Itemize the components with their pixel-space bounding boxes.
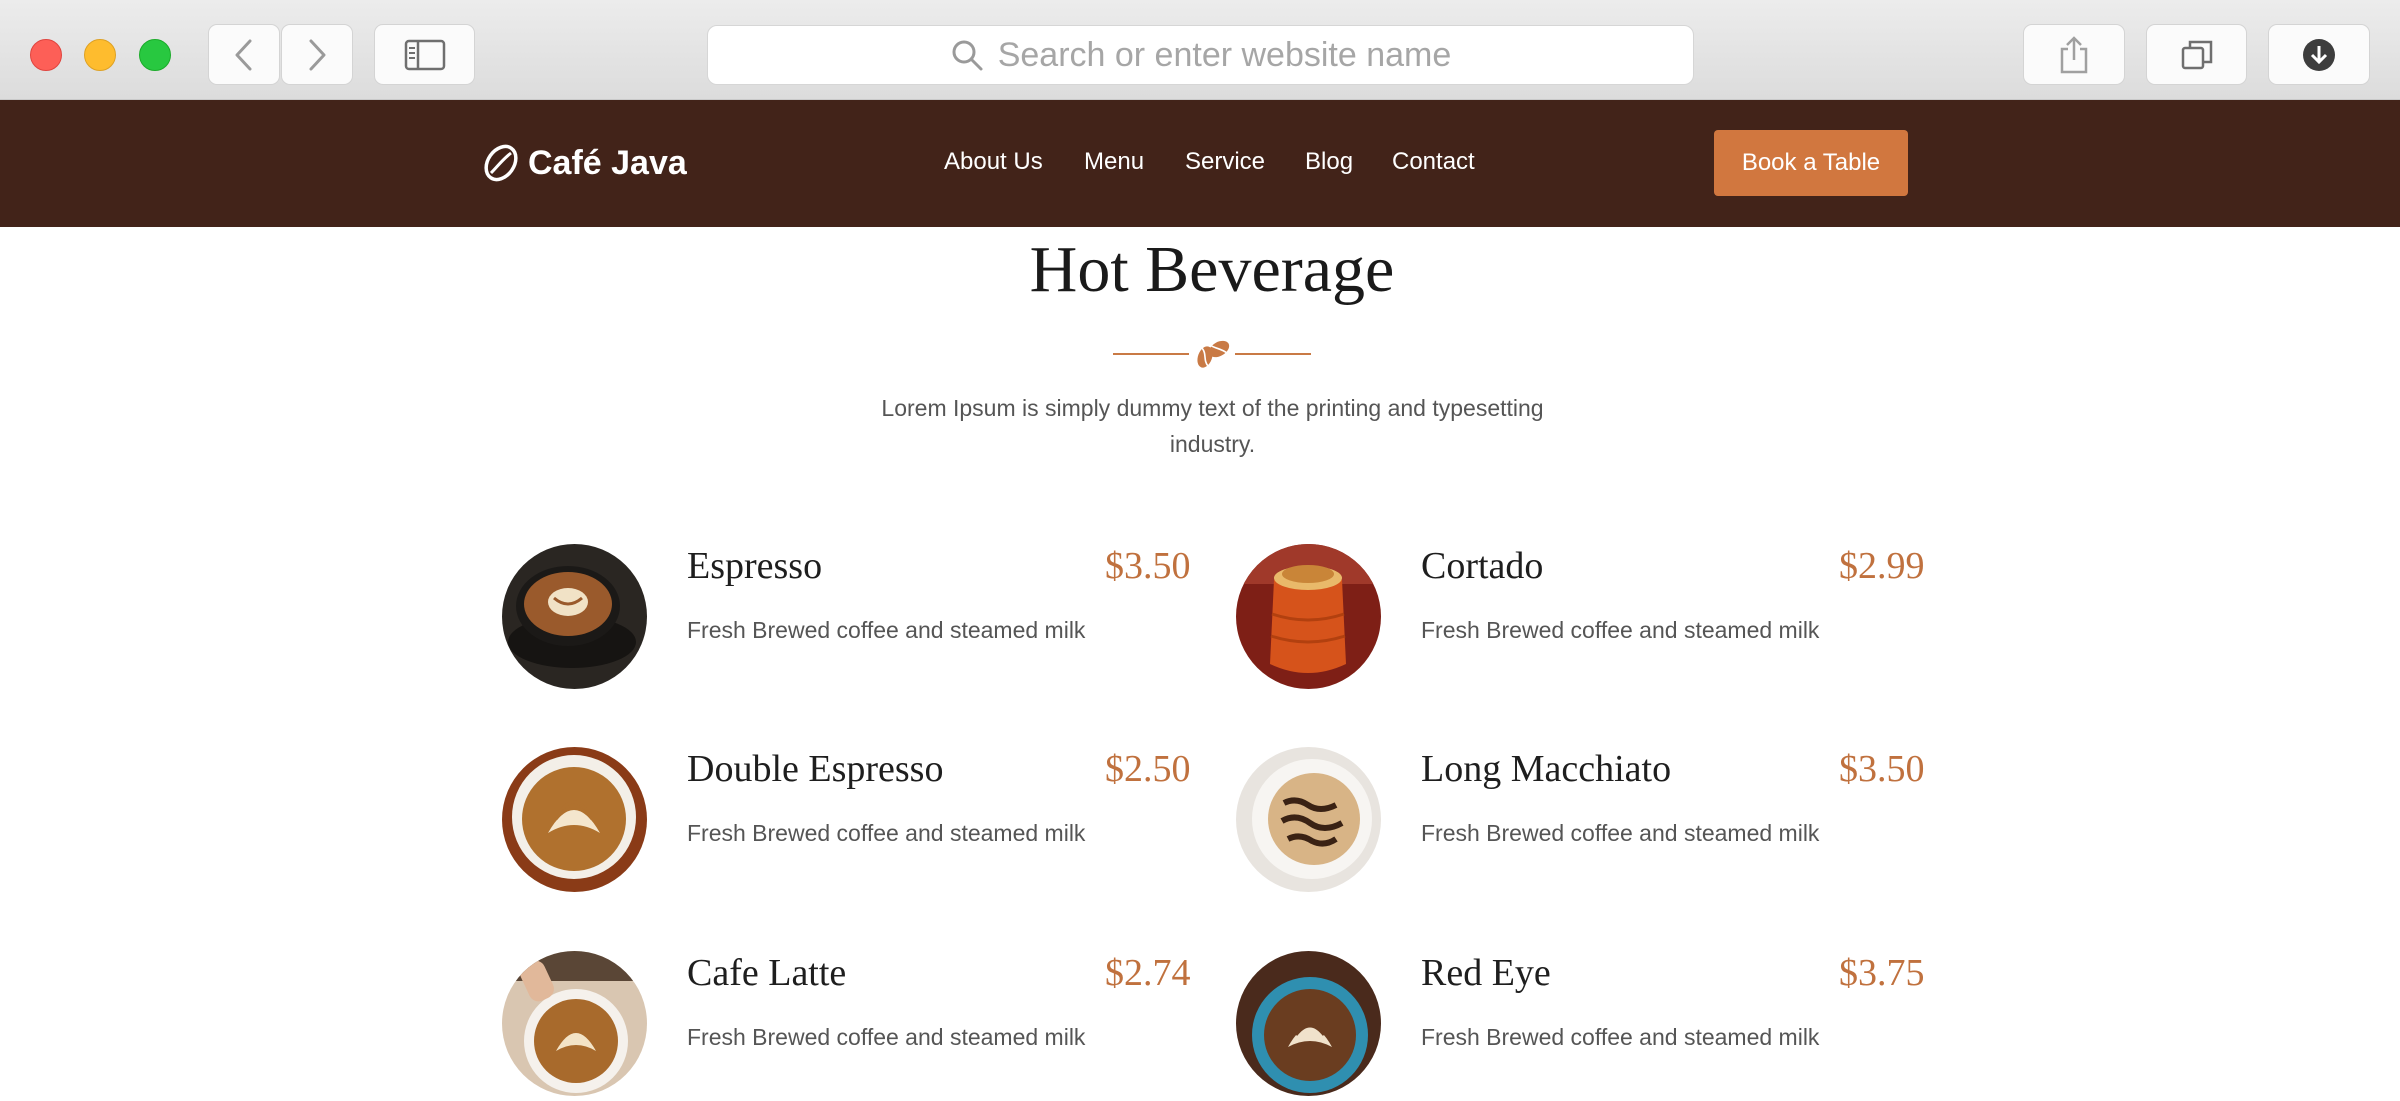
item-description: Fresh Brewed coffee and steamed milk: [1421, 617, 1820, 643]
address-placeholder: Search or enter website name: [997, 35, 1452, 74]
section-intro: Lorem Ipsum is simply dummy text of the …: [881, 395, 1544, 457]
menu-item[interactable]: Red Eye $3.75 Fresh Brewed coffee and st…: [1236, 951, 1936, 1101]
long-macchiato-photo: [1236, 747, 1381, 892]
item-price: $3.50: [1839, 748, 1925, 790]
item-price: $2.74: [1105, 952, 1191, 994]
minimize-window-button[interactable]: [84, 39, 116, 71]
coffee-bean-icon: [480, 142, 522, 184]
downloads-button[interactable]: [2268, 24, 2370, 85]
tabs-overview-button[interactable]: [2146, 24, 2247, 85]
item-name: Double Espresso: [687, 748, 944, 790]
espresso-photo: [502, 544, 647, 689]
back-arrow-icon: [232, 37, 256, 73]
menu-item[interactable]: Cafe Latte $2.74 Fresh Brewed coffee and…: [502, 951, 1202, 1101]
menu-item[interactable]: Cortado $2.99 Fresh Brewed coffee and st…: [1236, 544, 1936, 694]
double-espresso-photo: [502, 747, 647, 892]
item-price: $2.99: [1839, 545, 1925, 587]
coffee-beans-icon: [1193, 336, 1231, 376]
sidebar-toggle-button[interactable]: [374, 24, 475, 85]
item-name: Long Macchiato: [1421, 748, 1672, 790]
section-title: Hot Beverage: [1029, 233, 1395, 306]
nav-menu[interactable]: Menu: [1084, 148, 1144, 176]
forward-arrow-icon: [305, 37, 329, 73]
item-description: Fresh Brewed coffee and steamed milk: [1421, 1024, 1820, 1050]
cafe-latte-photo: [502, 951, 647, 1096]
red-eye-photo: [1236, 951, 1381, 1096]
menu-item[interactable]: Espresso $3.50 Fresh Brewed coffee and s…: [502, 544, 1202, 694]
tabs-icon: [2180, 38, 2214, 72]
item-description: Fresh Brewed coffee and steamed milk: [1421, 820, 1820, 846]
share-icon: [2058, 35, 2090, 75]
item-name: Cortado: [1421, 545, 1544, 587]
item-name: Espresso: [687, 545, 823, 587]
zoom-window-button[interactable]: [139, 39, 171, 71]
share-button[interactable]: [2023, 24, 2125, 85]
item-price: $2.50: [1105, 748, 1191, 790]
item-description: Fresh Brewed coffee and steamed milk: [687, 820, 1086, 846]
item-name: Cafe Latte: [687, 952, 847, 994]
nav-blog[interactable]: Blog: [1305, 148, 1353, 176]
nav-service[interactable]: Service: [1185, 148, 1265, 176]
forward-button[interactable]: [281, 24, 353, 85]
sidebar-icon: [404, 39, 446, 71]
menu-item[interactable]: Double Espresso $2.50 Fresh Brewed coffe…: [502, 747, 1202, 897]
nav-about-us[interactable]: About Us: [944, 148, 1043, 176]
search-icon: [950, 38, 984, 72]
download-icon: [2301, 37, 2337, 73]
cortado-photo: [1236, 544, 1381, 689]
book-table-button[interactable]: Book a Table: [1714, 130, 1908, 196]
back-button[interactable]: [208, 24, 280, 85]
address-bar[interactable]: Search or enter website name: [707, 25, 1694, 85]
logo[interactable]: Café Java: [480, 142, 687, 184]
section-divider: [1113, 336, 1311, 372]
item-description: Fresh Brewed coffee and steamed milk: [687, 1024, 1086, 1050]
browser-toolbar: Search or enter website name: [0, 0, 2400, 100]
item-description: Fresh Brewed coffee and steamed milk: [687, 617, 1086, 643]
close-window-button[interactable]: [30, 39, 62, 71]
item-price: $3.75: [1839, 952, 1925, 994]
item-price: $3.50: [1105, 545, 1191, 587]
menu-item[interactable]: Long Macchiato $3.50 Fresh Brewed coffee…: [1236, 747, 1936, 897]
site-header: Café Java About Us Menu Service Blog Con…: [0, 100, 2400, 227]
logo-text: Café Java: [528, 143, 687, 182]
nav-contact[interactable]: Contact: [1392, 148, 1475, 176]
item-name: Red Eye: [1421, 952, 1551, 994]
